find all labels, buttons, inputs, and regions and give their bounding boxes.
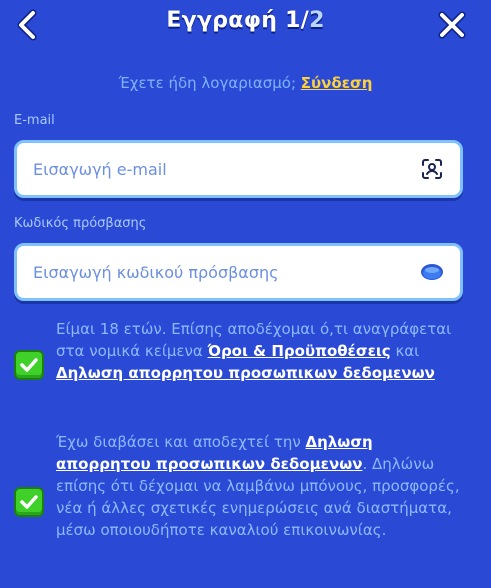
close-x-icon [438,11,466,39]
consent-marketing-text: Έχω διαβάσει και αποδεχτεί την Δηλωση απ… [56,431,466,541]
login-prompt-text: Έχετε ήδη λογαριασμό; [118,74,297,92]
email-field[interactable] [17,143,410,195]
consent-age-row: Είμαι 18 ετών. Επίσης αποδέχομαι ό,τι αν… [14,318,474,414]
consent-age-checkbox[interactable] [14,350,44,380]
terms-link[interactable]: Όροι & Προϋποθέσεις [208,342,391,360]
consent-marketing-checkbox[interactable] [14,487,44,517]
eye-icon [421,264,443,280]
face-scan-icon [422,159,442,179]
toggle-password-button[interactable] [410,250,454,294]
email-label: E-mail [14,113,55,128]
login-prompt: Έχετε ήδη λογαριασμό; Σύνδεση [0,74,491,92]
login-link[interactable]: Σύνδεση [301,74,373,92]
title-step-total: 2 [309,8,325,33]
consent-marketing-row: Έχω διαβάσει και αποδεχτεί την Δηλωση απ… [14,431,474,576]
consent-marketing-text-1: Έχω διαβάσει και αποδεχτεί την [56,433,306,451]
password-field[interactable] [17,246,410,298]
checkmark-icon [20,495,38,509]
checkmark-icon [20,358,38,372]
header: Εγγραφή 1/2 [0,0,491,52]
page-title: Εγγραφή 1/2 [0,8,491,33]
password-label: Κωδικός πρόσβασης [14,216,147,231]
consent-age-text: Είμαι 18 ετών. Επίσης αποδέχομαι ό,τι αν… [56,318,466,384]
consent-age-text-2: και [390,342,420,360]
privacy-link[interactable]: Δηλωση απορρητου προσωπικων δεδομενων [56,364,435,382]
close-button[interactable] [433,6,471,44]
face-scan-button[interactable] [410,147,454,191]
title-prefix: Εγγραφή 1/ [166,8,310,33]
email-field-box [14,140,463,198]
password-field-box [14,243,463,301]
